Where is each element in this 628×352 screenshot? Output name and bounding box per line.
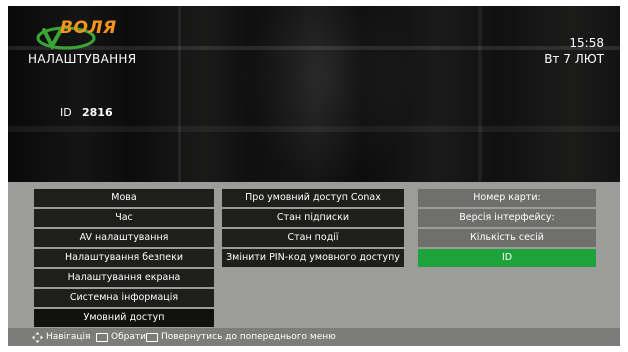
- submenu-item-change-pin[interactable]: Змінити PIN-код умовного доступу: [222, 249, 404, 267]
- conditional-access-submenu: Про умовний доступ Conax Стан підписки С…: [222, 189, 404, 267]
- settings-panel: Мова Час AV налаштування Налаштування бе…: [8, 182, 620, 346]
- menu-item-conditional-access[interactable]: Умовний доступ: [34, 309, 214, 327]
- hint-back: Повернутись до попереднього меню: [161, 332, 336, 342]
- hint-select: Обрати: [111, 332, 146, 342]
- navigation-arrows-icon: [32, 332, 43, 343]
- card-info-list: Номер карти: Версія інтерфейсу: Кількіст…: [418, 189, 596, 267]
- submenu-item-subscription-status[interactable]: Стан підписки: [222, 209, 404, 227]
- hint-navigate: Навігація: [46, 332, 91, 342]
- page-title: НАЛАШТУВАННЯ: [28, 52, 137, 66]
- menu-item-time[interactable]: Час: [34, 209, 214, 227]
- tv-screen: ВОЛЯ НАЛАШТУВАННЯ 15:58 Вт 7 ЛЮТ ID 2816…: [8, 6, 620, 346]
- info-id[interactable]: ID: [418, 249, 596, 267]
- ok-key-icon: [96, 333, 108, 342]
- id-label: ID: [60, 106, 72, 119]
- clock: 15:58: [569, 36, 604, 50]
- id-value: 2816: [82, 106, 113, 119]
- menu-item-system-info[interactable]: Системна інформація: [34, 289, 214, 307]
- footer-hints: Навігація Обрати Повернутись до попередн…: [8, 328, 620, 346]
- submenu-item-about-conax[interactable]: Про умовний доступ Conax: [222, 189, 404, 207]
- info-card-number: Номер карти:: [418, 189, 596, 207]
- menu-item-av-settings[interactable]: AV налаштування: [34, 229, 214, 247]
- brand-name: ВОЛЯ: [60, 18, 117, 38]
- submenu-item-event-status[interactable]: Стан події: [222, 229, 404, 247]
- settings-menu: Мова Час AV налаштування Налаштування бе…: [34, 189, 214, 327]
- menu-item-screen-settings[interactable]: Налаштування екрана: [34, 269, 214, 287]
- menu-item-language[interactable]: Мова: [34, 189, 214, 207]
- menu-item-security-settings[interactable]: Налаштування безпеки: [34, 249, 214, 267]
- info-interface-version: Версія інтерфейсу:: [418, 209, 596, 227]
- back-key-icon: [146, 333, 158, 342]
- info-session-count: Кількість сесій: [418, 229, 596, 247]
- date: Вт 7 ЛЮТ: [544, 52, 604, 66]
